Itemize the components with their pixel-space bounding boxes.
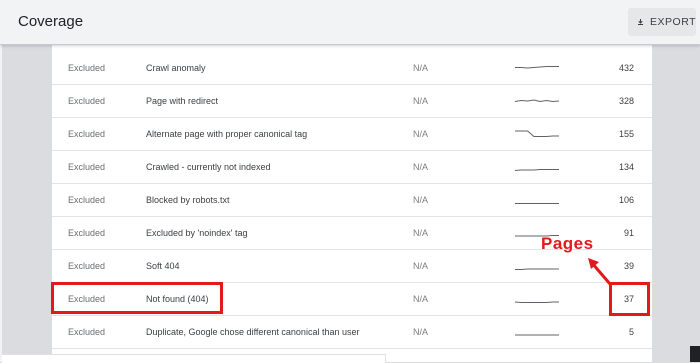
table-row[interactable]: Excluded Duplicate, Google chose differen…	[52, 316, 652, 349]
row-reason: Blocked by robots.txt	[146, 195, 230, 205]
export-button[interactable]: EXPORT	[628, 8, 696, 36]
row-reason: Page with redirect	[146, 96, 219, 106]
row-status: Excluded	[68, 96, 106, 106]
corner-widget[interactable]	[690, 346, 700, 362]
row-trend-sparkline	[515, 130, 559, 137]
row-validation: N/A	[413, 294, 429, 304]
row-status: Excluded	[68, 327, 106, 337]
row-pages: 432	[618, 63, 634, 73]
row-pages: 155	[618, 129, 634, 139]
row-status: Excluded	[68, 129, 106, 139]
row-status: Excluded	[68, 261, 106, 271]
coverage-table: Excluded Crawl anomaly N/A 432 Excluded Page …	[52, 44, 652, 362]
row-pages: 91	[623, 228, 634, 238]
row-reason: Soft 404	[146, 261, 180, 271]
highlight-reason-not-found	[51, 282, 223, 314]
row-validation: N/A	[413, 63, 429, 73]
row-validation: N/A	[413, 228, 429, 238]
row-trend-sparkline	[515, 66, 559, 69]
row-status: Excluded	[68, 228, 106, 238]
row-pages: 39	[623, 261, 634, 271]
row-status: Excluded	[68, 162, 106, 172]
row-status: Excluded	[68, 195, 106, 205]
row-validation: N/A	[413, 261, 429, 271]
download-icon	[638, 18, 644, 26]
row-reason: Crawled - currently not indexed	[146, 162, 271, 172]
row-pages: 5	[628, 327, 634, 337]
table-row[interactable]: Excluded Soft 404 N/A 39	[52, 250, 652, 283]
coverage-header: Coverage EXPORT	[0, 0, 700, 45]
table-row[interactable]: Excluded Page with redirect N/A 328	[52, 85, 652, 118]
row-reason: Alternate page with proper canonical tag	[146, 129, 308, 139]
row-trend-sparkline	[514, 99, 560, 103]
row-validation: N/A	[413, 96, 429, 106]
row-pages: 134	[618, 162, 634, 172]
pages-annotation-label: Pages	[541, 234, 594, 253]
table-row[interactable]: Excluded Blocked by robots.txt N/A 106	[52, 184, 652, 217]
annotation-arrow-icon	[588, 258, 612, 285]
row-status: Excluded	[68, 63, 106, 73]
row-pages: 328	[618, 96, 634, 106]
table-row[interactable]: Excluded Crawled - currently not indexed N…	[52, 151, 652, 184]
row-trend-sparkline	[515, 203, 559, 204]
row-trend-sparkline	[514, 169, 559, 171]
row-trend-sparkline	[514, 301, 559, 303]
table-row[interactable]: Excluded Alternate page with proper canon…	[52, 118, 652, 151]
row-validation: N/A	[413, 129, 429, 139]
row-reason: Crawl anomaly	[146, 63, 206, 73]
row-validation: N/A	[413, 162, 429, 172]
row-pages: 106	[618, 195, 634, 205]
page-title: Coverage	[18, 13, 84, 30]
left-scroll-edge	[0, 44, 2, 362]
table-row[interactable]: Excluded Crawl anomaly N/A 432	[52, 52, 652, 85]
row-validation: N/A	[413, 327, 429, 337]
row-trend-sparkline	[515, 334, 559, 336]
row-trend-sparkline	[515, 268, 559, 270]
export-label: EXPORT	[650, 16, 696, 28]
row-reason: Excluded by 'noindex' tag	[146, 228, 248, 238]
row-validation: N/A	[413, 195, 429, 205]
row-reason: Duplicate, Google chose different canoni…	[146, 327, 360, 337]
